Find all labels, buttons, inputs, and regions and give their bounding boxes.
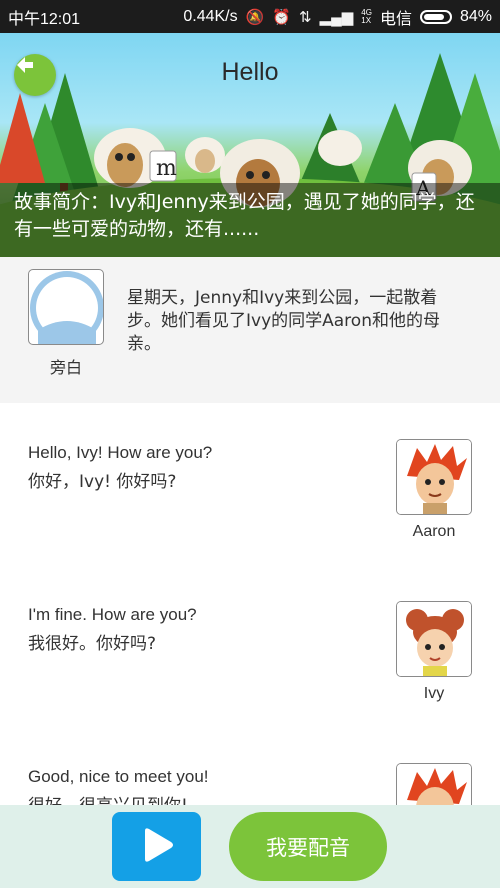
status-indicators: 0.44K/s 🔕 ⏰ ⇅ ▂▄▆ 4G 1X 电信 84% [183,5,492,29]
dialogue-chinese: 我很好。你好吗? [28,634,157,654]
play-button[interactable] [112,812,201,881]
bottom-action-bar: 我要配音 [0,805,500,888]
signal-icon: ▂▄▆ [319,8,354,26]
speaker-avatar-ivy[interactable] [396,601,472,677]
svg-text:m: m [156,156,177,181]
story-intro: 故事简介：Ivy和Jenny来到公园，遇见了她的同学，还有一些可爱的动物，还有.… [0,183,500,257]
network-speed: 0.44K/s [183,7,238,25]
speaker-avatar-aaron[interactable] [396,439,472,515]
dialogue-english: Good, nice to meet you! [28,767,209,786]
narrator-avatar[interactable] [28,269,104,345]
boy-avatar-icon [397,440,471,514]
speaker-name: Ivy [423,685,445,702]
carrier-name: 电信 [379,10,412,28]
play-icon [137,825,177,869]
network-type-badge: 4G 1X [361,7,372,25]
mute-bell-icon: 🔕 [245,8,265,26]
page-title: Hello [221,58,279,86]
data-transfer-icon: ⇅ [299,8,312,26]
girl-avatar-icon [397,602,471,676]
dub-button[interactable]: 我要配音 [229,812,387,881]
story-banner: m A Hello 故事简介：Ivy和Jenny来到公园，遇见了她的同学，还有一… [0,33,500,257]
status-bar: 中午12:01 0.44K/s 🔕 ⏰ ⇅ ▂▄▆ 4G 1X 电信 84% [0,0,500,33]
alarm-clock-icon: ⏰ [272,8,291,26]
default-user-avatar-icon [30,271,103,344]
dialogue-item: I'm fine. How are you? 我很好。你好吗? Ivy [0,601,500,765]
narrator-name: 旁白 [49,358,82,377]
dialogue-english: I'm fine. How are you? [28,605,197,624]
narrator-text: 星期天，Jenny和Ivy来到公园，一起散着步。她们看见了Ivy的同学Aaron… [127,288,440,354]
speaker-name: Aaron [412,523,456,540]
dialogue-english: Hello, Ivy! How are you? [28,443,213,462]
status-time: 中午12:01 [8,10,81,28]
dialogue-chinese: 你好，Ivy! 你好吗? [28,472,177,492]
dialogue-item: Hello, Ivy! How are you? 你好，Ivy! 你好吗? Aa… [0,439,500,603]
battery-percent: 84% [459,7,492,25]
narrator-section: 旁白 星期天，Jenny和Ivy来到公园，一起散着步。她们看见了Ivy的同学Aa… [0,257,500,403]
battery-icon [419,9,452,24]
